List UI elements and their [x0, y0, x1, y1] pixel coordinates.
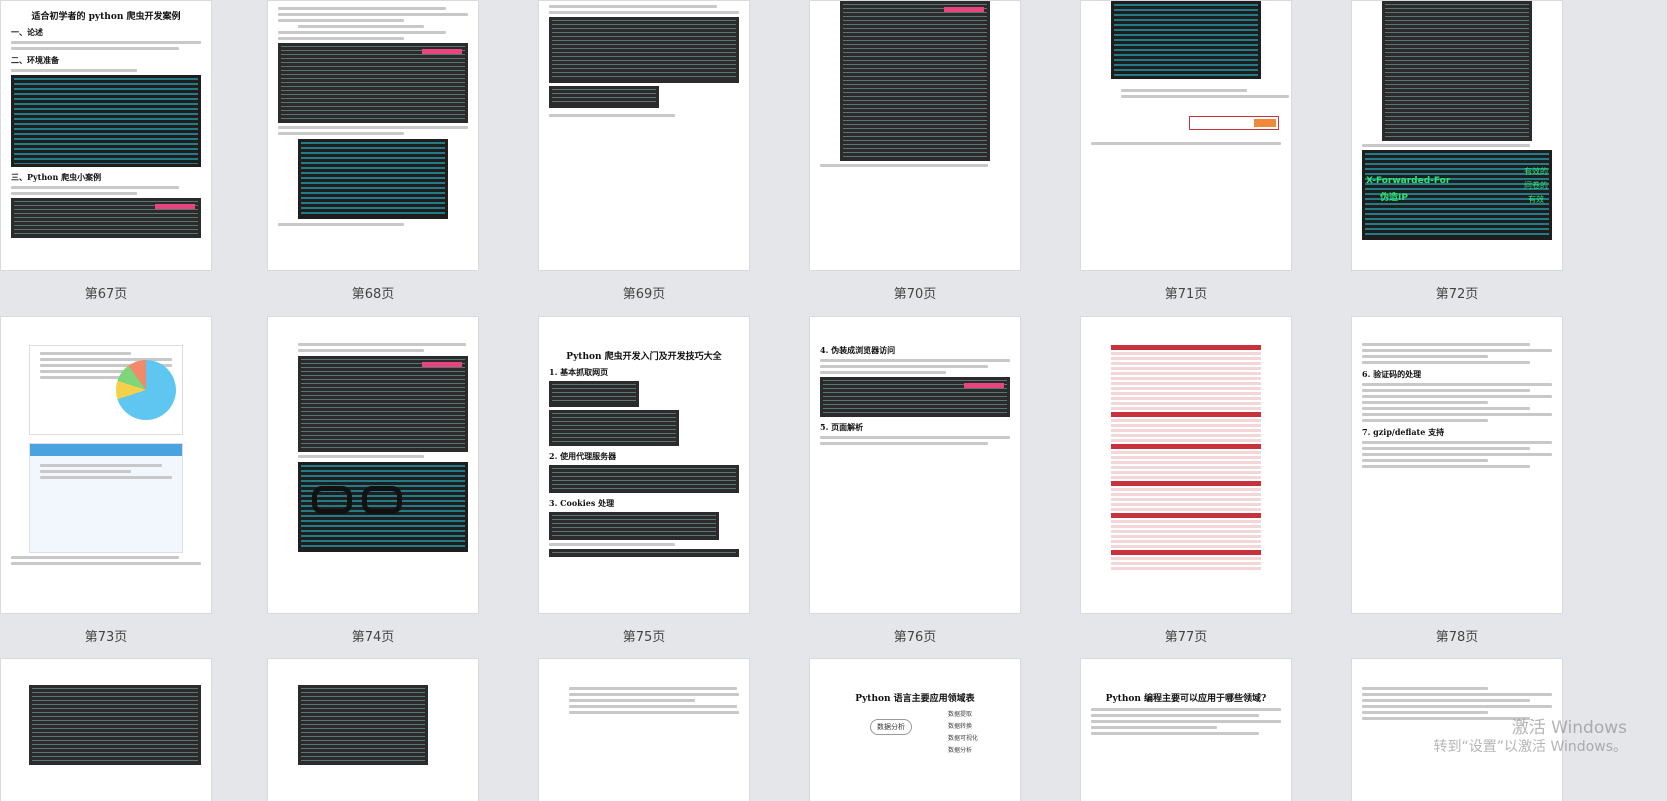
section-heading: 4. 伪装成浏览器访问 [820, 345, 896, 355]
page-preview[interactable] [0, 316, 212, 614]
page-preview[interactable] [267, 316, 479, 614]
page-preview[interactable] [538, 0, 750, 271]
page-preview[interactable]: 6. 验证码的处理 7. gzip/deflate 支持 [1351, 316, 1563, 614]
web-screenshot [29, 345, 183, 435]
page-preview[interactable] [267, 0, 479, 271]
code-block [549, 512, 719, 540]
page-number-label: 第77页 [1164, 630, 1208, 645]
page-number-label: 第71页 [1164, 287, 1208, 302]
page-preview[interactable]: Python 语言主要应用领域表 数据分析 数据提取 数据转换 数据可视化 数据… [809, 658, 1021, 801]
overlay-text: 伪造IP [1380, 193, 1408, 203]
page-preview[interactable]: X-Forwarded-For 伪造IP 有效的 问卷的 有效 [1351, 0, 1563, 271]
code-block [549, 410, 679, 446]
code-block [549, 549, 739, 557]
page-number-label: 第73页 [84, 630, 128, 645]
mindmap-center: 数据分析 [870, 719, 912, 735]
page-preview[interactable]: 4. 伪装成浏览器访问 5. 页面解析 [809, 316, 1021, 614]
page-preview[interactable] [0, 658, 212, 801]
pie-chart-image [116, 360, 176, 420]
watermark-line: 激活 Windows [1511, 718, 1627, 738]
terminal-screenshot [298, 139, 448, 219]
page-title: Python 语言主要应用领域表 [855, 694, 975, 704]
terminal-screenshot [1111, 1, 1261, 79]
code-block [278, 43, 468, 123]
overlay-text: X-Forwarded-For [1366, 176, 1451, 186]
code-block [549, 17, 739, 83]
windows-activation-watermark: 激活 Windows 转到“设置”以激活 Windows。 [1434, 718, 1627, 757]
page-number-label: 第67页 [84, 287, 128, 302]
page-thumbnail-grid: 适合初学者的 python 爬虫开发案例 一、论述 二、环境准备 三、Pytho… [0, 0, 1667, 801]
reference-table [1111, 345, 1261, 570]
section-heading: 7. gzip/deflate 支持 [1362, 427, 1445, 437]
page-preview[interactable] [267, 658, 479, 801]
page-number-label: 第68页 [351, 287, 395, 302]
terminal-screenshot [298, 462, 468, 552]
section-heading: 6. 验证码的处理 [1362, 369, 1422, 379]
page-number-label: 第70页 [893, 287, 937, 302]
code-block [820, 377, 1010, 417]
section-heading: 三、Python 爬虫小案例 [11, 172, 102, 182]
code-block [549, 465, 739, 493]
code-block [549, 381, 639, 407]
captcha-input [1189, 116, 1279, 130]
section-heading: 二、环境准备 [11, 55, 59, 65]
page-number-label: 第69页 [622, 287, 666, 302]
code-block [298, 685, 428, 765]
page-number-label: 第74页 [351, 630, 395, 645]
section-heading: 3. Cookies 处理 [549, 498, 615, 508]
page-preview[interactable]: Python 爬虫开发入门及开发技巧大全 1. 基本抓取网页 2. 使用代理服务… [538, 316, 750, 614]
overlay-text: 有效的 [1524, 167, 1548, 176]
mindmap-diagram: 数据分析 数据提取 数据转换 数据可视化 数据分析 [850, 709, 980, 799]
code-block [840, 1, 990, 161]
page-preview[interactable] [1080, 316, 1292, 614]
page-number-label: 第76页 [893, 630, 937, 645]
overlay-text: 有效 [1528, 195, 1544, 204]
watermark-line: 转到“设置”以激活 Windows。 [1433, 739, 1627, 756]
code-block [298, 356, 468, 452]
terminal-screenshot [11, 75, 201, 167]
code-block [11, 198, 201, 238]
page-preview[interactable] [1080, 0, 1292, 271]
page-preview[interactable] [538, 658, 750, 801]
page-title: Python 爬虫开发入门及开发技巧大全 [566, 352, 722, 362]
page-preview[interactable]: Python 编程主要可以应用于哪些领域? [1080, 658, 1292, 801]
overlay-text: 问卷的 [1524, 181, 1548, 190]
section-heading: 1. 基本抓取网页 [549, 367, 609, 377]
code-block [549, 86, 659, 108]
terminal-screenshot: X-Forwarded-For 伪造IP 有效的 问卷的 有效 [1362, 150, 1552, 240]
page-number-label: 第75页 [622, 630, 666, 645]
web-screenshot [29, 443, 183, 553]
page-title: 适合初学者的 python 爬虫开发案例 [31, 12, 181, 22]
code-block [29, 685, 201, 765]
code-block [1382, 1, 1532, 141]
page-title: Python 编程主要可以应用于哪些领域? [1105, 694, 1267, 704]
section-heading: 一、论述 [11, 27, 43, 37]
section-heading: 5. 页面解析 [820, 422, 864, 432]
page-number-label: 第72页 [1435, 287, 1479, 302]
section-heading: 2. 使用代理服务器 [549, 451, 617, 461]
page-number-label: 第78页 [1435, 630, 1479, 645]
page-preview[interactable] [809, 0, 1021, 271]
page-preview[interactable]: 适合初学者的 python 爬虫开发案例 一、论述 二、环境准备 三、Pytho… [0, 0, 212, 271]
